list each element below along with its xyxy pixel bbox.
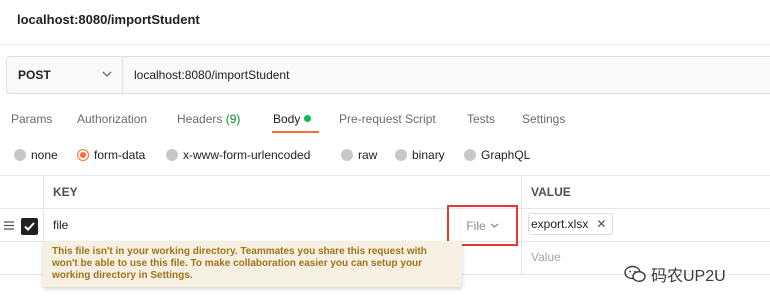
key-type-dropdown[interactable]: File bbox=[447, 205, 518, 246]
radio-circle bbox=[395, 149, 407, 161]
tab-settings[interactable]: Settings bbox=[522, 112, 565, 126]
body-type-radios: none form-data x-www-form-urlencoded raw… bbox=[0, 146, 770, 164]
close-icon[interactable]: ✕ bbox=[596, 217, 606, 231]
key-type-label: File bbox=[466, 218, 486, 233]
radio-circle bbox=[166, 149, 178, 161]
tab-authorization[interactable]: Authorization bbox=[77, 112, 147, 126]
column-header-value: VALUE bbox=[531, 185, 571, 199]
radio-binary-label: binary bbox=[412, 148, 445, 162]
radio-circle bbox=[341, 149, 353, 161]
method-label: POST bbox=[18, 68, 51, 82]
headers-count: (9) bbox=[225, 112, 241, 126]
radio-form-data[interactable]: form-data bbox=[77, 148, 145, 162]
chevron-down-icon bbox=[102, 71, 112, 77]
request-title: localhost:8080/importStudent bbox=[17, 12, 200, 27]
radio-graphql-label: GraphQL bbox=[481, 148, 531, 162]
tab-body[interactable]: Body bbox=[273, 112, 312, 126]
row-enable-checkbox[interactable] bbox=[21, 218, 38, 235]
radio-raw-label: raw bbox=[358, 148, 378, 162]
table-col-divider bbox=[521, 175, 522, 274]
watermark: 码农UP2U bbox=[624, 262, 726, 286]
tab-params[interactable]: Params bbox=[11, 112, 52, 126]
title-divider bbox=[0, 44, 770, 45]
checkmark-icon bbox=[24, 222, 35, 231]
url-input[interactable]: localhost:8080/importStudent bbox=[123, 57, 770, 93]
drag-handle-icon[interactable] bbox=[4, 221, 14, 230]
request-bar: POST localhost:8080/importStudent bbox=[6, 56, 770, 94]
radio-circle bbox=[14, 149, 26, 161]
tab-headers-label: Headers bbox=[177, 112, 223, 126]
body-indicator-dot bbox=[304, 115, 312, 122]
radio-urlencoded-label: x-www-form-urlencoded bbox=[183, 148, 311, 162]
radio-raw[interactable]: raw bbox=[341, 148, 377, 162]
table-divider bbox=[0, 175, 770, 176]
radio-none-label: none bbox=[31, 148, 58, 162]
radio-none[interactable]: none bbox=[14, 148, 58, 162]
value-input[interactable]: Value bbox=[531, 250, 561, 264]
active-tab-underline bbox=[272, 131, 319, 133]
wechat-icon bbox=[624, 265, 646, 283]
tab-tests[interactable]: Tests bbox=[467, 112, 495, 126]
file-chip[interactable]: export.xlsx ✕ bbox=[528, 213, 614, 235]
table-divider bbox=[0, 208, 770, 209]
watermark-text: 码农UP2U bbox=[651, 268, 726, 285]
tab-prerequest-script[interactable]: Pre-request Script bbox=[339, 112, 436, 126]
file-chip-name: export.xlsx bbox=[531, 217, 589, 231]
key-input[interactable]: file bbox=[53, 218, 68, 232]
url-text: localhost:8080/importStudent bbox=[134, 68, 290, 82]
radio-circle bbox=[464, 149, 476, 161]
radio-form-data-label: form-data bbox=[94, 148, 146, 162]
radio-urlencoded[interactable]: x-www-form-urlencoded bbox=[166, 148, 310, 162]
radio-binary[interactable]: binary bbox=[395, 148, 445, 162]
tab-body-label: Body bbox=[273, 112, 301, 126]
radio-graphql[interactable]: GraphQL bbox=[464, 148, 530, 162]
request-tabs: Params Authorization Headers (9) Body Pr… bbox=[0, 107, 770, 135]
column-header-key: KEY bbox=[53, 185, 78, 199]
working-directory-warning: This file isn't in your working director… bbox=[43, 241, 462, 287]
tab-headers[interactable]: Headers (9) bbox=[177, 112, 240, 126]
radio-circle-selected bbox=[77, 149, 89, 161]
method-select[interactable]: POST bbox=[7, 57, 123, 93]
chevron-down-icon bbox=[490, 223, 499, 228]
